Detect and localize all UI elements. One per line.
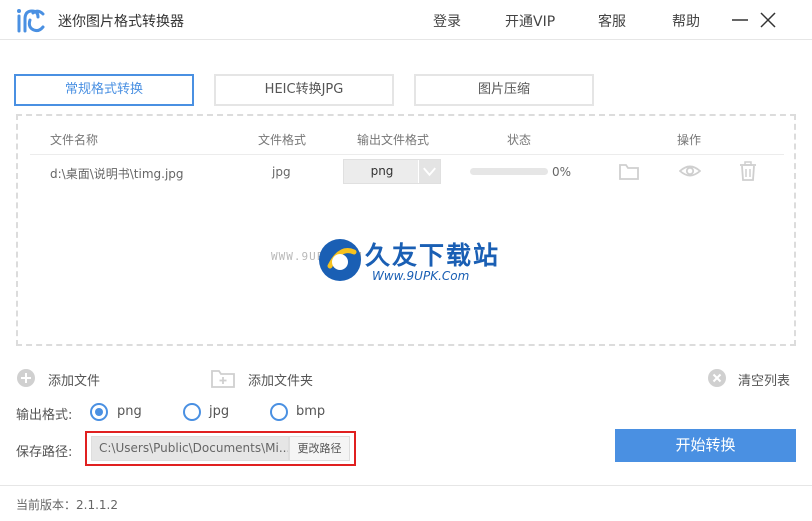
save-path-label: 保存路径: xyxy=(16,445,73,460)
plus-circle-icon xyxy=(17,369,35,387)
help-link[interactable]: 帮助 xyxy=(672,11,700,31)
tab-regular-convert[interactable]: 常规格式转换 xyxy=(14,74,194,106)
app-logo-icon xyxy=(17,9,45,33)
radio-bmp-label[interactable]: bmp xyxy=(296,404,325,419)
close-icon[interactable] xyxy=(758,10,778,30)
add-file-label: 添加文件 xyxy=(48,374,101,389)
tab-heic-to-jpg[interactable]: HEIC转换JPG xyxy=(214,74,394,106)
radio-jpg[interactable] xyxy=(183,403,201,421)
header-file-name: 文件名称 xyxy=(50,133,99,147)
watermark-logo-icon xyxy=(319,239,361,281)
clear-circle-icon xyxy=(708,369,726,387)
version-label: 当前版本：2.1.1.2 xyxy=(16,498,118,512)
radio-png[interactable] xyxy=(90,403,108,421)
folder-add-icon xyxy=(211,370,235,388)
add-folder-label: 添加文件夹 xyxy=(248,374,314,389)
output-format-label: 输出格式: xyxy=(16,408,73,423)
header-operations: 操作 xyxy=(677,133,702,147)
radio-bmp[interactable] xyxy=(270,403,288,421)
header-divider xyxy=(30,154,784,155)
watermark-title: 久友下载站 xyxy=(365,241,501,270)
add-file-button[interactable]: 添加文件 xyxy=(16,367,116,389)
service-link[interactable]: 客服 xyxy=(598,11,626,31)
progress-bar xyxy=(470,168,548,175)
title-bar: 迷你图片格式转换器 登录 开通VIP 客服 帮助 xyxy=(0,0,812,40)
chevron-down-icon[interactable] xyxy=(418,160,440,183)
radio-png-label[interactable]: png xyxy=(117,404,142,419)
start-convert-button[interactable]: 开始转换 xyxy=(615,429,796,462)
clear-list-label: 清空列表 xyxy=(738,374,791,389)
minimize-icon[interactable] xyxy=(730,10,750,30)
clear-list-button[interactable]: 清空列表 xyxy=(707,367,795,389)
radio-jpg-label[interactable]: jpg xyxy=(209,404,229,419)
change-path-button[interactable]: 更改路径 xyxy=(289,436,350,461)
folder-icon[interactable] xyxy=(618,160,640,182)
vip-link[interactable]: 开通VIP xyxy=(505,11,555,31)
header-file-format: 文件格式 xyxy=(258,133,307,147)
tab-image-compress[interactable]: 图片压缩 xyxy=(414,74,594,106)
trash-icon[interactable] xyxy=(737,160,759,182)
app-title: 迷你图片格式转换器 xyxy=(58,14,184,30)
save-path-input[interactable]: C:\Users\Public\Documents\Mi... xyxy=(91,436,289,461)
file-list-panel[interactable] xyxy=(16,114,796,346)
watermark-url: Www.9UPK.Com xyxy=(372,269,470,283)
add-folder-button[interactable]: 添加文件夹 xyxy=(211,367,321,389)
row-file-name: d:\桌面\说明书\timg.jpg xyxy=(50,167,184,181)
footer-divider xyxy=(0,485,812,486)
header-output-format: 输出文件格式 xyxy=(357,133,430,147)
login-link[interactable]: 登录 xyxy=(433,11,461,31)
output-format-select[interactable]: png xyxy=(343,159,441,184)
row-file-format: jpg xyxy=(272,165,291,179)
output-format-value: png xyxy=(370,164,394,178)
eye-icon[interactable] xyxy=(679,160,701,182)
progress-percent: 0% xyxy=(552,165,572,179)
header-status: 状态 xyxy=(507,133,532,147)
